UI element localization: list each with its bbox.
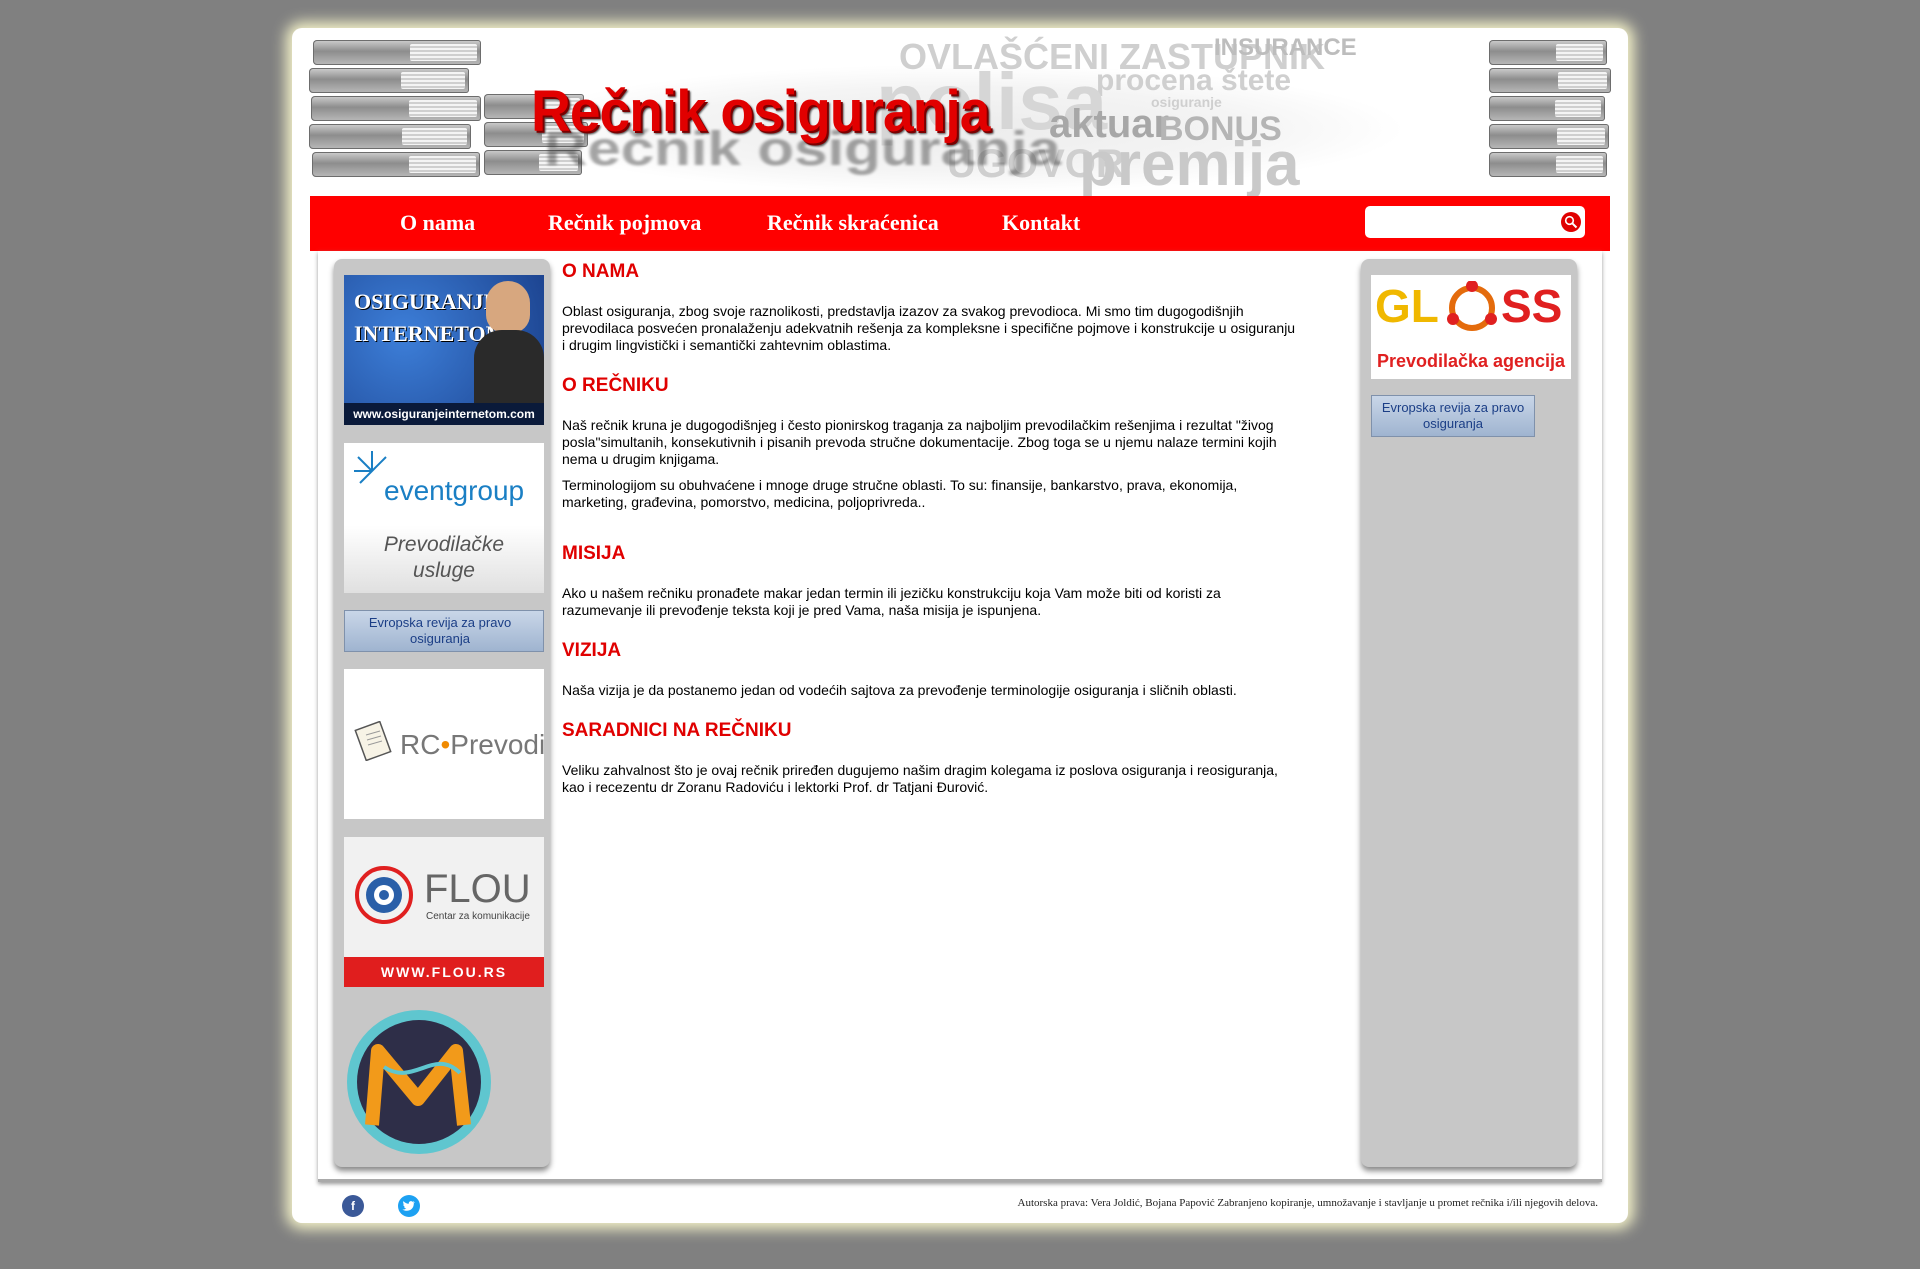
gloss-logo-icon [1447, 281, 1497, 331]
book-shape [1489, 96, 1605, 121]
section-paragraph: Ako u našem rečniku pronađete makar jeda… [562, 585, 1221, 618]
ad-line: Evropska revija za pravo [368, 615, 512, 630]
ad-brand: eventgroup [384, 475, 525, 506]
search-icon [1564, 215, 1578, 229]
book-shape [311, 96, 481, 121]
ad-evropska-revija[interactable]: Evropska revija za pravo osiguranja [344, 610, 544, 652]
ad-tagline: Prevodilačka agencija [1376, 351, 1566, 371]
search-button[interactable] [1561, 212, 1581, 232]
ad-m-logo[interactable] [344, 1007, 494, 1157]
page-container: OVLAŠĆENI ZASTUPNIK INSURANCE procena št… [292, 28, 1628, 1223]
ad-osiguranje-internetom[interactable]: OSIGURANJE INTERNETOM www.osiguranjeinte… [344, 275, 544, 425]
ad-line: OSIGURANJE [354, 289, 499, 314]
copyright-text: Autorska prava: Vera Joldić, Bojana Papo… [1017, 1197, 1598, 1209]
section-heading: O REČNIKU [562, 375, 669, 396]
section-paragraph: Terminologijom su obuhvaćene i mnoge dru… [562, 477, 1238, 510]
ad-brand: SS [1501, 280, 1563, 332]
book-shape [313, 40, 481, 65]
left-sidebar: OSIGURANJE INTERNETOM www.osiguranjeinte… [334, 259, 550, 1167]
section-heading: VIZIJA [562, 640, 622, 661]
twitter-icon[interactable] [398, 1195, 420, 1217]
nav-item-o-nama[interactable]: O nama [400, 210, 475, 236]
section-paragraph: Naša vizija je da postanemo jedan od vod… [562, 682, 1237, 698]
watermark-word: procena štete [1096, 64, 1292, 97]
books-illustration-right [1489, 40, 1611, 180]
watermark-word: INSURANCE [1214, 34, 1357, 61]
ad-gloss[interactable]: GL SS Prevodilačka agencija [1371, 275, 1571, 379]
nav-item-kontakt[interactable]: Kontakt [1002, 210, 1080, 236]
section-heading: MISIJA [562, 543, 626, 564]
twitter-bird-icon [402, 1201, 415, 1211]
m-logo-icon [347, 1010, 491, 1154]
ad-brand: FLOU [424, 867, 531, 911]
ad-line: osiguranja [410, 631, 470, 646]
ad-line: Prevodilačke [383, 533, 505, 556]
watermark-word: premija [1079, 130, 1300, 196]
ad-line: osiguranja [1423, 416, 1483, 431]
ad-brand-part: Prevodi [450, 729, 544, 760]
ad-url: WWW.FLOU.RS [344, 957, 544, 987]
flou-logo-icon [355, 866, 413, 924]
ad-evropska-revija-right[interactable]: Evropska revija za pravo osiguranja [1371, 395, 1535, 437]
nav-item-recnik-skracenica[interactable]: Rečnik skraćenica [767, 210, 939, 236]
facebook-icon[interactable]: f [342, 1195, 364, 1217]
footer: f Autorska prava: Vera Joldić, Bojana Pa… [292, 1188, 1628, 1218]
content-area: OSIGURANJE INTERNETOM www.osiguranjeinte… [318, 251, 1602, 1182]
site-title[interactable]: Rečnik osiguranja [531, 78, 990, 145]
section-heading: O NAMA [562, 261, 640, 282]
main-nav: O nama Rečnik pojmova Rečnik skraćenica … [310, 196, 1610, 251]
book-shape [1489, 68, 1611, 93]
search-input[interactable] [1369, 210, 1553, 234]
book-shape [1489, 152, 1607, 177]
ad-brand-part: RC [400, 729, 441, 760]
ad-rc-prevodi[interactable]: RC•Prevodi [344, 669, 544, 819]
book-shape [309, 124, 471, 149]
ad-tagline: Centar za komunikacije [426, 911, 530, 922]
person-body [474, 330, 544, 410]
book-shape [312, 152, 480, 177]
ad-eventgroup[interactable]: eventgroup Prevodilačke usluge [344, 443, 544, 593]
right-sidebar: GL SS Prevodilačka agencija Evropska rev… [1361, 259, 1577, 1167]
ad-brand: GL [1375, 280, 1439, 332]
section-paragraph: Oblast osiguranja, zbog svoje raznolikos… [562, 303, 1296, 353]
dot-separator: • [440, 729, 451, 760]
book-shape [309, 68, 469, 93]
section-paragraph: Veliku zahvalnost što je ovaj rečnik pri… [562, 762, 1278, 795]
book-shape [1489, 40, 1607, 65]
ad-brand: RC•Prevodi [400, 729, 544, 761]
header-banner: OVLAŠĆENI ZASTUPNIK INSURANCE procena št… [309, 34, 1611, 196]
search-box [1365, 206, 1585, 238]
ad-url: www.osiguranjeinternetom.com [344, 403, 544, 425]
section-heading: SARADNICI NA REČNIKU [562, 720, 792, 741]
ad-flou[interactable]: FLOU Centar za komunikacije WWW.FLOU.RS [344, 837, 544, 987]
ad-line: usluge [413, 559, 475, 582]
book-shape [1489, 124, 1609, 149]
section-paragraph: Naš rečnik kruna je dugogodišnjeg i čest… [562, 417, 1277, 467]
document-icon [354, 721, 392, 761]
books-illustration-left [309, 40, 484, 180]
person-illustration [486, 281, 530, 333]
ad-line: Evropska revija za pravo [1381, 400, 1525, 415]
nav-item-recnik-pojmova[interactable]: Rečnik pojmova [548, 210, 701, 236]
